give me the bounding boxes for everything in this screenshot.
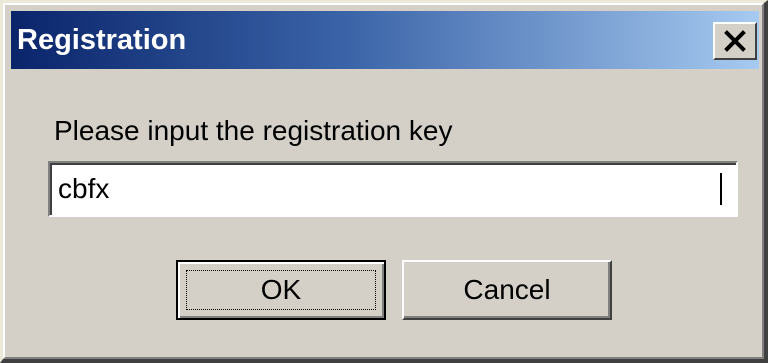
ok-button[interactable]: OK <box>176 260 386 320</box>
cancel-button-label: Cancel <box>463 274 551 305</box>
title-bar[interactable]: Registration <box>11 11 759 69</box>
registration-dialog: Registration Please input the registrati… <box>0 0 768 363</box>
close-button[interactable] <box>713 22 757 60</box>
cancel-button[interactable]: Cancel <box>402 260 612 320</box>
window-title: Registration <box>17 24 187 56</box>
registration-key-input[interactable] <box>48 161 738 217</box>
text-caret <box>720 173 722 205</box>
key-prompt-label: Please input the registration key <box>54 115 453 146</box>
ok-button-label: OK <box>260 274 302 305</box>
close-icon <box>723 30 747 52</box>
